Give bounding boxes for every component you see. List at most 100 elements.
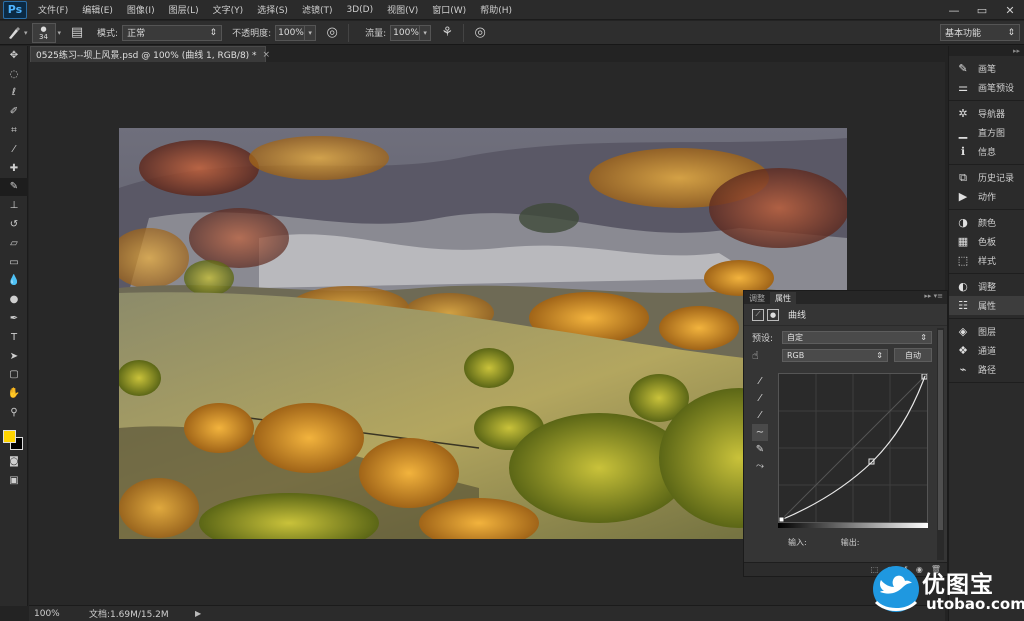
dock-item-paths[interactable]: ⌁ 路径 (949, 360, 1024, 379)
curve-point-black[interactable] (778, 516, 785, 523)
flow-slider-toggle[interactable]: ▾ (420, 24, 432, 41)
dock-item-layers[interactable]: ◈ 图层 (949, 322, 1024, 341)
preset-select[interactable]: 自定 ⇕ (782, 330, 932, 344)
brush-presets-icon: ⚌ (958, 81, 968, 94)
preset-row: 预设: 自定 ⇕ (744, 328, 947, 346)
mode-select[interactable]: 正常 ⇕ (122, 24, 223, 41)
gray-point-eyedropper-icon[interactable]: ⁄ (752, 390, 768, 407)
flow-input[interactable]: 100% (390, 24, 421, 41)
quick-selection-tool-icon[interactable]: ✐ (0, 102, 28, 121)
tab-adjustments[interactable]: 调整 (744, 292, 770, 304)
brush-panel-toggle-icon[interactable]: ▤ (67, 23, 87, 43)
workspace-select[interactable]: 基本功能 ⇕ (940, 24, 1020, 41)
zoom-tool-icon[interactable]: ⚲ (0, 403, 28, 422)
move-tool-icon[interactable]: ✥ (0, 46, 28, 65)
close-window-button[interactable]: ✕ (996, 0, 1024, 20)
dock-item-navigator[interactable]: ✲ 导航器 (949, 104, 1024, 123)
clone-stamp-tool-icon[interactable]: ⊥ (0, 196, 28, 215)
tools-panel: ✥ ◌ ℓ ✐ ⌗ ⁄ ✚ ✎ ⊥ ↺ ▱ ▭ 💧 ● ✒ T ➤ ▢ ✋ ⚲ … (0, 46, 28, 606)
menu-filter[interactable]: 滤镜(T) (295, 3, 340, 16)
rectangle-tool-icon[interactable]: ▢ (0, 366, 28, 385)
dock-collapse-icon[interactable]: ▸▸ (949, 46, 1024, 56)
dock-item-brush[interactable]: ✎ 画笔 (949, 59, 1024, 78)
curves-adjustment-icon[interactable]: ⟋ (752, 308, 764, 321)
close-tab-icon[interactable]: × (263, 50, 271, 60)
crop-tool-icon[interactable]: ⌗ (0, 121, 28, 140)
screen-mode-icon[interactable]: ▣ (0, 471, 28, 490)
menu-layer[interactable]: 图层(L) (162, 3, 206, 16)
smooth-curve-icon[interactable]: ⤳ (752, 458, 768, 475)
dock-item-actions[interactable]: ▶ 动作 (949, 187, 1024, 206)
menu-help[interactable]: 帮助(H) (473, 3, 519, 16)
eyedropper-tool-icon[interactable]: ⁄ (0, 140, 28, 159)
document-tab[interactable]: 0525练习--坝上风景.psd @ 100% (曲线 1, RGB/8) * … (30, 46, 270, 62)
brush-tool-preset-icon[interactable] (4, 23, 24, 43)
properties-scrollbar[interactable] (937, 328, 944, 560)
foreground-color-swatch[interactable] (3, 429, 16, 443)
blur-tool-icon[interactable]: 💧 (0, 272, 28, 291)
menu-file[interactable]: 文件(F) (31, 3, 75, 16)
path-selection-tool-icon[interactable]: ➤ (0, 347, 28, 366)
menu-type[interactable]: 文字(Y) (206, 3, 251, 16)
dock-item-styles[interactable]: ⬚ 样式 (949, 251, 1024, 270)
eraser-tool-icon[interactable]: ▱ (0, 234, 28, 253)
type-tool-icon[interactable]: T (0, 328, 28, 347)
dock-item-color[interactable]: ◑ 颜色 (949, 213, 1024, 232)
history-brush-tool-icon[interactable]: ↺ (0, 215, 28, 234)
quick-mask-icon[interactable]: ◙ (0, 452, 28, 471)
scroll-thumb[interactable] (938, 330, 943, 530)
airbrush-icon[interactable]: ⚘ (437, 23, 457, 43)
target-adjust-hand-icon[interactable]: ☝ (752, 349, 782, 362)
menu-3d[interactable]: 3D(D) (339, 5, 380, 15)
menu-image[interactable]: 图像(I) (120, 3, 162, 16)
menu-select[interactable]: 选择(S) (250, 3, 295, 16)
white-point-eyedropper-icon[interactable]: ⁄ (752, 407, 768, 424)
pressure-opacity-icon[interactable]: ◎ (322, 23, 342, 43)
zoom-level-field[interactable]: 100% (29, 609, 69, 619)
menu-window[interactable]: 窗口(W) (425, 3, 473, 16)
dock-item-brush-presets[interactable]: ⚌ 画笔预设 (949, 78, 1024, 97)
brush-size-picker[interactable]: ● 34 (31, 22, 56, 43)
marquee-tool-icon[interactable]: ◌ (0, 65, 28, 84)
panel-menu-icon[interactable]: ▸▸ ▾≡ (924, 292, 943, 300)
dock-item-channels[interactable]: ❖ 通道 (949, 341, 1024, 360)
layer-mask-icon[interactable]: ● (767, 308, 779, 321)
hand-tool-icon[interactable]: ✋ (0, 384, 28, 403)
dock-item-label: 画笔预设 (978, 84, 1015, 94)
window-controls: — ▭ ✕ (940, 0, 1024, 20)
black-point-eyedropper-icon[interactable]: ⁄ (752, 373, 768, 390)
dock-item-info[interactable]: ℹ 信息 (949, 142, 1024, 161)
opacity-input[interactable]: 100% (275, 24, 306, 41)
preset-label: 预设: (752, 333, 774, 344)
watermark-url: utobao.com (926, 595, 1024, 613)
landscape-photo[interactable] (119, 128, 847, 539)
brush-tool-icon[interactable]: ✎ (0, 177, 28, 197)
healing-brush-tool-icon[interactable]: ✚ (0, 159, 28, 178)
lasso-tool-icon[interactable]: ℓ (0, 84, 28, 103)
pen-tool-icon[interactable]: ✒ (0, 309, 28, 328)
minimize-button[interactable]: — (940, 0, 968, 20)
auto-button[interactable]: 自动 (894, 348, 932, 362)
menu-view[interactable]: 视图(V) (380, 3, 425, 16)
dock-item-histogram[interactable]: ▁ 直方图 (949, 123, 1024, 142)
status-menu-arrow-icon[interactable]: ▶ (195, 609, 215, 618)
channel-select[interactable]: RGB ⇕ (782, 348, 888, 362)
curve-draw-pencil-icon[interactable]: ✎ (752, 441, 768, 458)
maximize-button[interactable]: ▭ (968, 0, 996, 20)
dock-item-properties[interactable]: ☷ 属性 (949, 296, 1024, 315)
menu-edit[interactable]: 编辑(E) (75, 3, 120, 16)
curves-graph[interactable] (778, 373, 928, 523)
tab-properties[interactable]: 属性 (770, 292, 796, 304)
pressure-size-icon[interactable]: ◎ (470, 23, 490, 43)
actions-icon: ▶ (958, 190, 968, 203)
dock-item-swatches[interactable]: ▦ 色板 (949, 232, 1024, 251)
dock-item-adjustments[interactable]: ◐ 调整 (949, 277, 1024, 296)
input-label: 输入: (788, 538, 807, 547)
flow-label: 流量: (365, 29, 387, 39)
dodge-tool-icon[interactable]: ● (0, 290, 28, 309)
gradient-tool-icon[interactable]: ▭ (0, 253, 28, 272)
document-tab-title: 0525练习--坝上风景.psd @ 100% (曲线 1, RGB/8) * (36, 51, 257, 61)
dock-item-history[interactable]: ⧉ 历史记录 (949, 168, 1024, 187)
opacity-slider-toggle[interactable]: ▾ (305, 24, 317, 41)
curve-edit-points-icon[interactable]: ∼ (752, 424, 768, 441)
